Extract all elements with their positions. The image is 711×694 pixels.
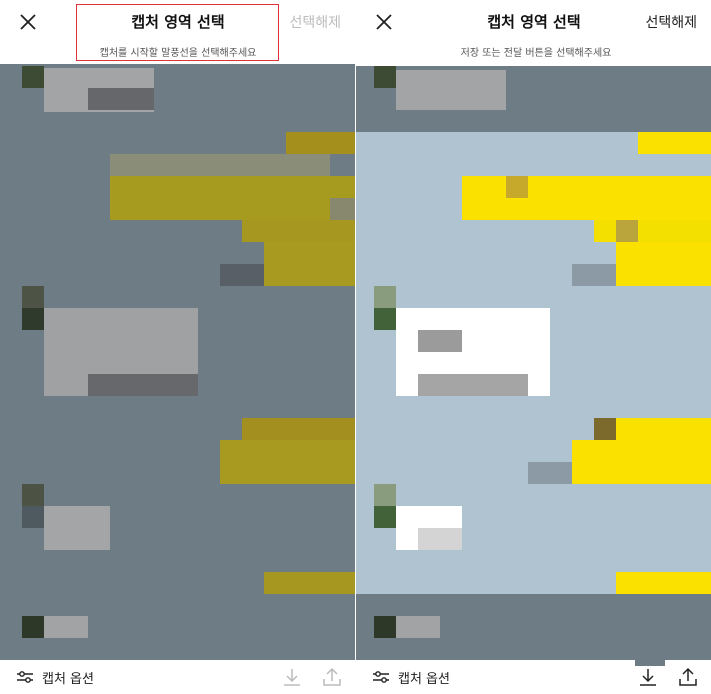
avatar [22, 616, 44, 638]
sliders-icon[interactable] [372, 668, 390, 686]
message-bubble[interactable] [396, 616, 440, 638]
bubble-shade [572, 264, 616, 286]
avatar [22, 286, 44, 308]
bubble-shade [506, 176, 528, 198]
header: 캡처 영역 선택 선택해제 저장 또는 전달 버튼을 선택해주세요 [356, 0, 711, 64]
capture-screen-selected: 캡처 영역 선택 선택해제 저장 또는 전달 버튼을 선택해주세요 캡처 옵션 [356, 0, 711, 694]
message-bubble[interactable] [638, 132, 711, 154]
avatar [22, 484, 44, 506]
message-bubble[interactable] [462, 176, 711, 220]
close-icon[interactable] [370, 8, 398, 36]
bubble-shade [220, 264, 264, 286]
message-bubble[interactable] [286, 132, 355, 154]
message-bubble[interactable] [572, 440, 711, 484]
page-title: 캡처 영역 선택 [487, 13, 581, 31]
message-bubble[interactable] [616, 572, 711, 594]
sliders-icon[interactable] [16, 668, 34, 686]
avatar [374, 286, 396, 308]
annotation-highlight-box [76, 4, 279, 61]
instruction-text: 저장 또는 전달 버튼을 선택해주세요 [460, 48, 612, 59]
bubble-shade [110, 154, 330, 176]
avatar [374, 616, 396, 638]
message-bubble[interactable] [242, 220, 355, 242]
close-icon[interactable] [14, 8, 42, 36]
avatar [374, 484, 396, 506]
download-icon[interactable] [637, 666, 659, 688]
bubble-shade [88, 374, 198, 396]
avatar [374, 308, 396, 330]
download-icon[interactable] [281, 666, 303, 688]
deselect-button[interactable]: 선택해제 [645, 12, 697, 32]
chat-preview [356, 66, 711, 660]
avatar [22, 506, 44, 528]
bubble-shade [594, 418, 616, 440]
avatar [374, 506, 396, 528]
bubble-shade [418, 374, 528, 396]
bubble-shade [418, 330, 462, 352]
message-bubble[interactable] [44, 616, 88, 638]
footer-toolbar: 캡처 옵션 [356, 660, 711, 694]
capture-options-button[interactable]: 캡처 옵션 [398, 668, 450, 687]
message-bubble[interactable] [264, 572, 355, 594]
message-bubble[interactable] [594, 220, 711, 242]
message-bubble[interactable] [616, 242, 711, 286]
footer-toolbar: 캡처 옵션 [0, 660, 355, 694]
share-icon[interactable] [321, 666, 343, 688]
message-bubble[interactable] [110, 176, 355, 220]
share-icon[interactable] [677, 666, 699, 688]
bubble-shade [330, 198, 355, 220]
avatar [22, 66, 44, 88]
bubble-shade [616, 220, 638, 242]
message-bubble[interactable] [396, 70, 506, 110]
chat-preview [0, 64, 355, 660]
message-bubble[interactable] [264, 242, 355, 286]
message-bubble[interactable] [220, 440, 355, 484]
capture-options-button[interactable]: 캡처 옵션 [42, 668, 94, 687]
message-bubble[interactable] [44, 506, 110, 550]
deselect-button[interactable]: 선택해제 [289, 12, 341, 32]
avatar [374, 66, 396, 88]
header: 캡처 영역 선택 선택해제 캡처를 시작할 말풍선을 선택해주세요 [0, 0, 355, 64]
bubble-shade [528, 462, 572, 484]
capture-screen-unselected: 캡처 영역 선택 선택해제 캡처를 시작할 말풍선을 선택해주세요 캡처 옵션 [0, 0, 355, 694]
avatar [22, 308, 44, 330]
message-bubble[interactable] [242, 418, 355, 440]
bubble-shade [418, 528, 462, 550]
bubble-shade [88, 88, 154, 110]
